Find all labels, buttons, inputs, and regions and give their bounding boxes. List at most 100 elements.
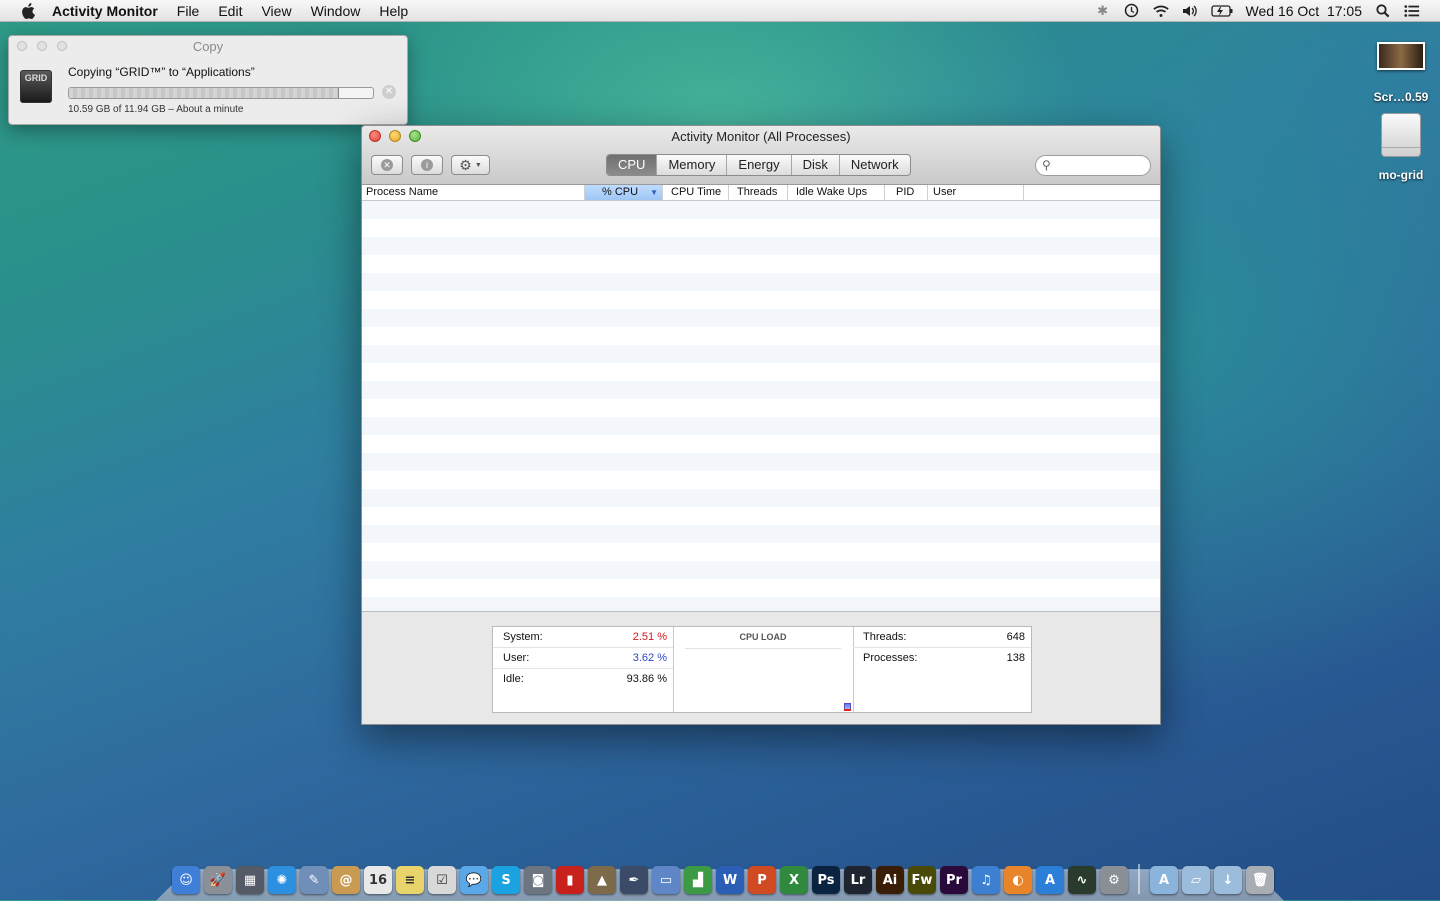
photoshop-icon[interactable]: Ps bbox=[812, 866, 840, 894]
table-row[interactable] bbox=[362, 273, 1160, 291]
mission-control-icon[interactable]: ▦ bbox=[236, 866, 264, 894]
column-user[interactable]: User bbox=[928, 185, 1024, 200]
column-cpu-percent[interactable]: % CPU ▼ bbox=[585, 185, 663, 200]
time-machine-icon[interactable] bbox=[1124, 3, 1140, 18]
calendar-icon[interactable]: 16 bbox=[364, 866, 392, 894]
table-row[interactable] bbox=[362, 201, 1160, 219]
inspect-process-button[interactable]: i bbox=[411, 155, 443, 175]
preview-icon[interactable]: ✎ bbox=[300, 866, 328, 894]
table-row[interactable] bbox=[362, 309, 1160, 327]
iphoto-icon[interactable]: ▲ bbox=[588, 866, 616, 894]
table-row[interactable] bbox=[362, 597, 1160, 611]
close-button-inactive[interactable] bbox=[17, 41, 27, 51]
table-row[interactable] bbox=[362, 399, 1160, 417]
search-input[interactable] bbox=[1062, 158, 1146, 175]
apple-menu-icon[interactable] bbox=[18, 2, 38, 19]
menu-window[interactable]: Window bbox=[311, 3, 361, 19]
safari-icon[interactable]: ✺ bbox=[268, 866, 296, 894]
tab-energy[interactable]: Energy bbox=[726, 155, 790, 175]
activity-monitor-icon[interactable]: ∿ bbox=[1068, 866, 1096, 894]
desktop-screenshot-file[interactable]: Scr…0.59 bbox=[1370, 42, 1432, 104]
quit-process-button[interactable]: ✕ bbox=[371, 155, 403, 175]
table-row[interactable] bbox=[362, 453, 1160, 471]
table-row[interactable] bbox=[362, 543, 1160, 561]
table-row[interactable] bbox=[362, 507, 1160, 525]
table-row[interactable] bbox=[362, 255, 1160, 273]
window-title: Activity Monitor (All Processes) bbox=[671, 129, 851, 144]
copy-titlebar[interactable]: Copy bbox=[9, 36, 407, 56]
numbers-icon[interactable]: ▟ bbox=[684, 866, 712, 894]
cancel-copy-icon[interactable]: ✕ bbox=[382, 85, 396, 99]
pixelmator-icon[interactable]: ✒ bbox=[620, 866, 648, 894]
column-idle-wake-ups[interactable]: Idle Wake Ups bbox=[788, 185, 885, 200]
battery-icon[interactable] bbox=[1210, 4, 1233, 18]
bluetooth-icon[interactable]: ✱ bbox=[1095, 3, 1111, 18]
table-row[interactable] bbox=[362, 345, 1160, 363]
menu-view[interactable]: View bbox=[261, 3, 291, 19]
app-store-icon[interactable]: A bbox=[1036, 866, 1064, 894]
table-row[interactable] bbox=[362, 291, 1160, 309]
column-cpu-time[interactable]: CPU Time bbox=[663, 185, 729, 200]
illustrator-icon[interactable]: Ai bbox=[876, 866, 904, 894]
volume-icon[interactable] bbox=[1182, 4, 1198, 18]
action-menu-button[interactable]: ⚙ ▼ bbox=[451, 155, 490, 175]
notification-center-icon[interactable] bbox=[1404, 4, 1420, 18]
desktop-disk-image[interactable]: mo-grid bbox=[1370, 113, 1432, 182]
menu-clock[interactable]: Wed 16 Oct 17:05 bbox=[1246, 3, 1362, 19]
reminders-icon[interactable]: ☑ bbox=[428, 866, 456, 894]
menu-edit[interactable]: Edit bbox=[218, 3, 242, 19]
column-process-name[interactable]: Process Name bbox=[362, 185, 585, 200]
minimize-button-inactive[interactable] bbox=[37, 41, 47, 51]
table-row[interactable] bbox=[362, 525, 1160, 543]
table-row[interactable] bbox=[362, 471, 1160, 489]
stop-icon: ✕ bbox=[381, 159, 393, 171]
process-list[interactable] bbox=[362, 201, 1160, 611]
skype-icon[interactable]: S bbox=[492, 866, 520, 894]
trash-icon[interactable]: 🗑 bbox=[1246, 866, 1274, 894]
column-threads[interactable]: Threads bbox=[729, 185, 788, 200]
word-icon[interactable]: W bbox=[716, 866, 744, 894]
contacts-icon[interactable]: @ bbox=[332, 866, 360, 894]
itunes-icon[interactable]: ♫ bbox=[972, 866, 1000, 894]
wifi-icon[interactable] bbox=[1152, 4, 1169, 18]
tab-network[interactable]: Network bbox=[838, 155, 910, 175]
zoom-button-inactive[interactable] bbox=[57, 41, 67, 51]
messages-icon[interactable]: 💬 bbox=[460, 866, 488, 894]
downloads-folder-icon[interactable]: ↓ bbox=[1214, 866, 1242, 894]
finder-icon[interactable]: ☺ bbox=[172, 866, 200, 894]
table-row[interactable] bbox=[362, 381, 1160, 399]
table-row[interactable] bbox=[362, 561, 1160, 579]
menu-file[interactable]: File bbox=[177, 3, 200, 19]
spotlight-search-icon[interactable] bbox=[1375, 3, 1391, 18]
table-row[interactable] bbox=[362, 327, 1160, 345]
fireworks-icon[interactable]: Fw bbox=[908, 866, 936, 894]
search-field[interactable]: ⚲ bbox=[1035, 155, 1151, 176]
notes-icon[interactable]: ≡ bbox=[396, 866, 424, 894]
documents-folder-icon[interactable]: ▱ bbox=[1182, 866, 1210, 894]
menu-app-name[interactable]: Activity Monitor bbox=[52, 3, 158, 19]
tab-memory[interactable]: Memory bbox=[656, 155, 726, 175]
powerpoint-icon[interactable]: P bbox=[748, 866, 776, 894]
excel-icon[interactable]: X bbox=[780, 866, 808, 894]
table-row[interactable] bbox=[362, 363, 1160, 381]
lightroom-icon[interactable]: Lr bbox=[844, 866, 872, 894]
premiere-icon[interactable]: Pr bbox=[940, 866, 968, 894]
applications-folder-icon[interactable]: A bbox=[1150, 866, 1178, 894]
tab-disk[interactable]: Disk bbox=[790, 155, 839, 175]
column-pid[interactable]: PID bbox=[885, 185, 928, 200]
tab-cpu[interactable]: CPU bbox=[607, 155, 657, 175]
table-row[interactable] bbox=[362, 237, 1160, 255]
table-row[interactable] bbox=[362, 435, 1160, 453]
photo-booth-icon[interactable]: ▮ bbox=[556, 866, 584, 894]
facetime-icon[interactable]: ◙ bbox=[524, 866, 552, 894]
system-preferences-icon[interactable]: ⚙ bbox=[1100, 866, 1128, 894]
table-row[interactable] bbox=[362, 489, 1160, 507]
stat-label: System: bbox=[503, 631, 543, 643]
table-row[interactable] bbox=[362, 417, 1160, 435]
table-row[interactable] bbox=[362, 219, 1160, 237]
menu-help[interactable]: Help bbox=[379, 3, 408, 19]
ibooks-icon[interactable]: ◐ bbox=[1004, 866, 1032, 894]
keynote-icon[interactable]: ▭ bbox=[652, 866, 680, 894]
table-row[interactable] bbox=[362, 579, 1160, 597]
launchpad-icon[interactable]: 🚀 bbox=[204, 866, 232, 894]
